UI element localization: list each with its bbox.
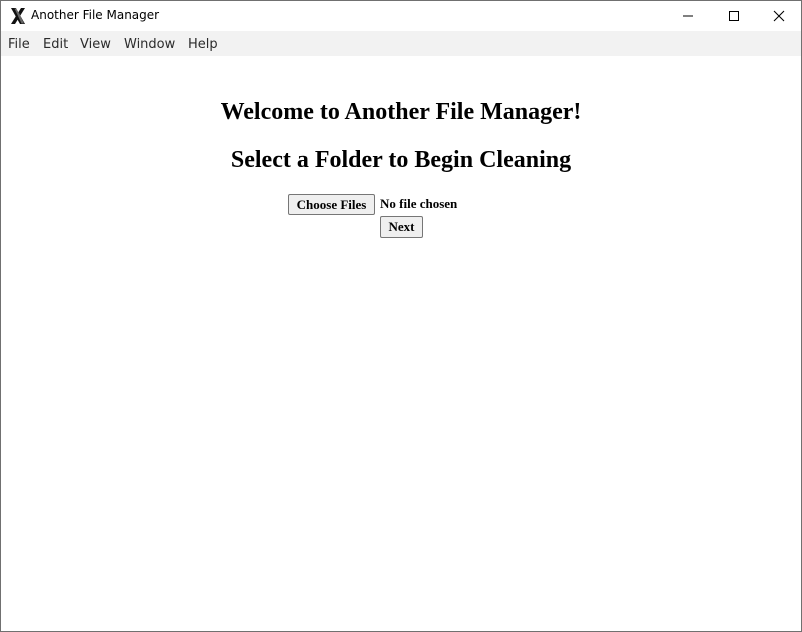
window-title: Another File Manager — [31, 8, 160, 22]
choose-files-button[interactable]: Choose Files — [288, 194, 375, 215]
minimize-icon — [682, 7, 694, 26]
x-logo-icon — [9, 7, 27, 25]
menu-file[interactable]: File — [8, 37, 30, 52]
menu-edit[interactable]: Edit — [43, 37, 68, 52]
welcome-heading: Welcome to Another File Manager! — [220, 99, 582, 125]
next-button[interactable]: Next — [380, 216, 423, 238]
minimize-button[interactable] — [665, 1, 711, 31]
main-content: Welcome to Another File Manager! Select … — [1, 56, 801, 631]
close-button[interactable] — [756, 1, 801, 31]
maximize-button[interactable] — [711, 1, 757, 31]
maximize-icon — [728, 7, 740, 26]
file-status-text: No file chosen — [380, 196, 458, 211]
app-window: Another File Manager File Edit View Wind… — [0, 0, 802, 632]
menu-window[interactable]: Window — [124, 37, 175, 52]
title-bar[interactable]: Another File Manager — [1, 1, 801, 31]
menu-bar: File Edit View Window Help — [1, 31, 801, 56]
menu-help[interactable]: Help — [188, 37, 218, 52]
close-icon — [773, 7, 785, 26]
menu-view[interactable]: View — [80, 37, 111, 52]
select-folder-heading: Select a Folder to Begin Cleaning — [230, 147, 572, 173]
